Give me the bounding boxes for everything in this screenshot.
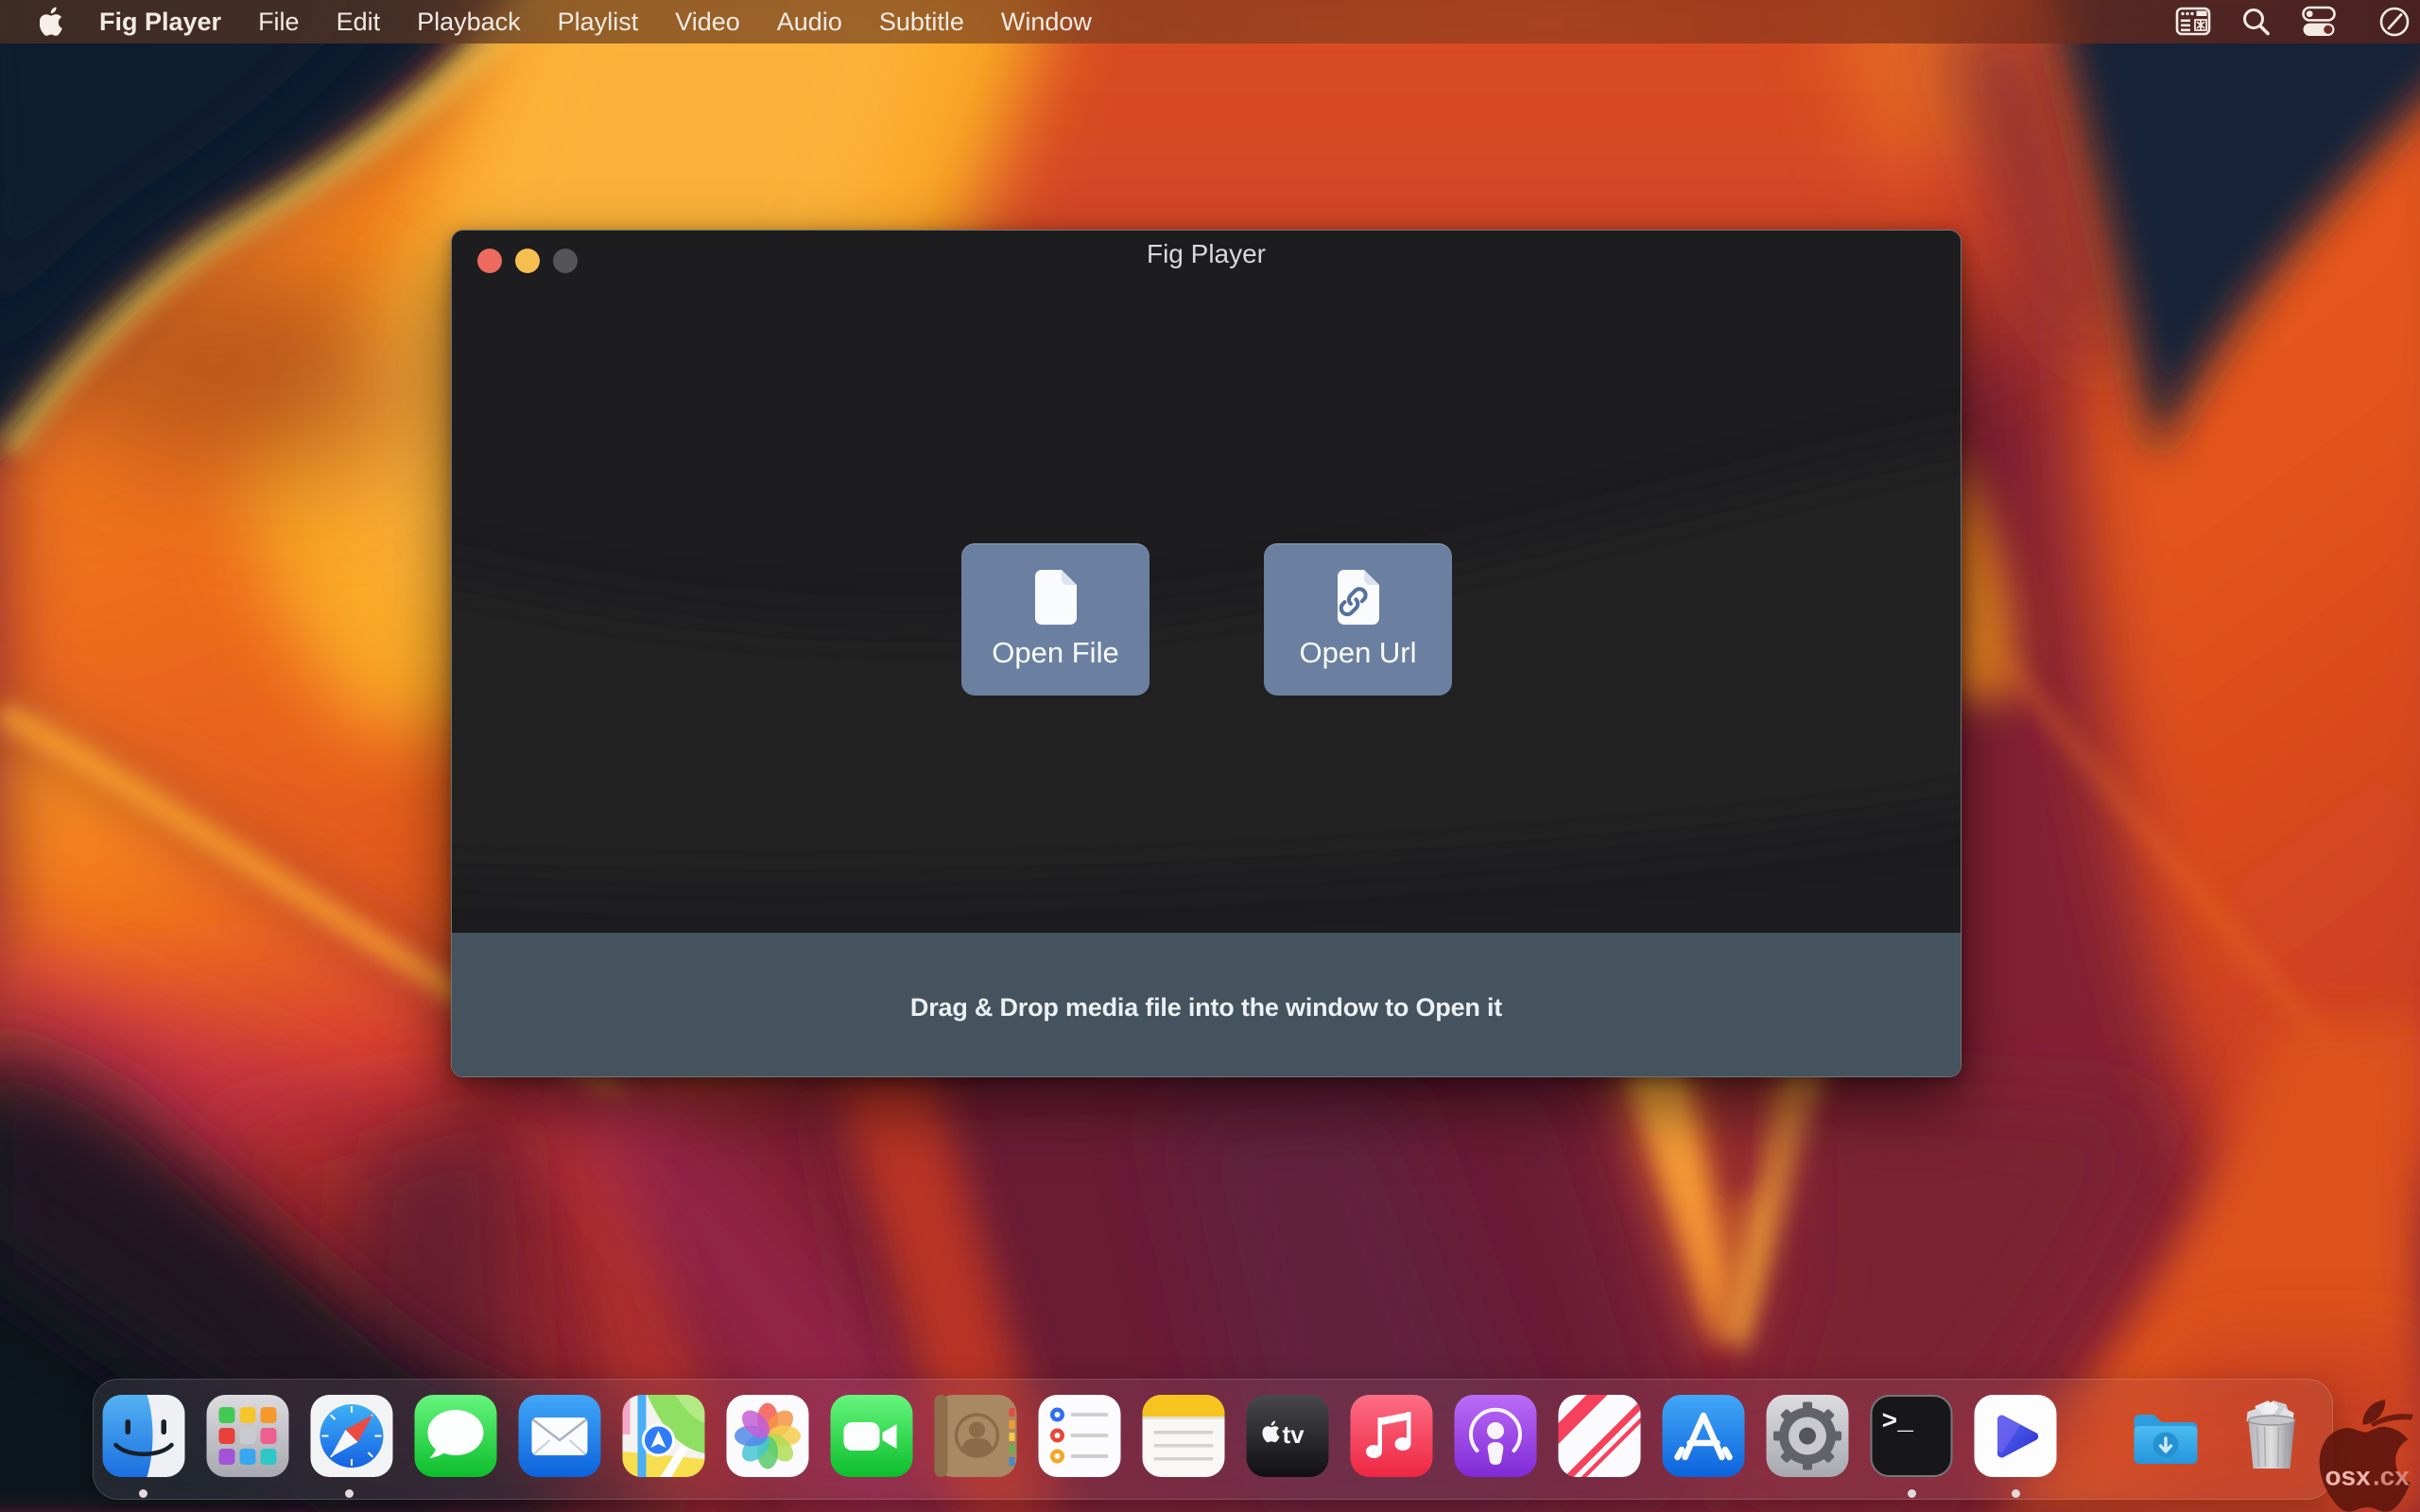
svg-text:tv: tv [1283, 1420, 1305, 1449]
svg-text:osx: osx [2325, 1462, 2371, 1491]
svg-text:>_: >_ [1882, 1408, 1914, 1437]
svg-text:.cx: .cx [2373, 1462, 2410, 1491]
